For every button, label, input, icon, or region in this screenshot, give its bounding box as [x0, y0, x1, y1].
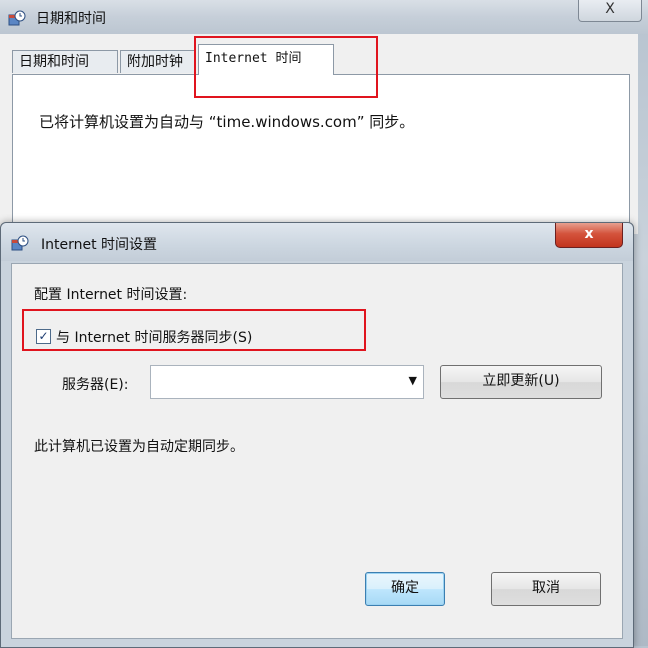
cancel-button[interactable]: 取消: [491, 572, 601, 606]
update-now-button[interactable]: 立即更新(U): [440, 365, 602, 399]
window-title: 日期和时间: [36, 11, 106, 27]
dialog-title: Internet 时间设置: [41, 237, 158, 253]
tab-internet-time[interactable]: Internet 时间: [198, 44, 334, 75]
close-button[interactable]: X: [578, 0, 642, 22]
dialog-titlebar: Internet 时间设置 x: [1, 223, 633, 261]
tab-additional-clocks[interactable]: 附加时钟: [120, 50, 196, 73]
close-icon: x: [584, 226, 594, 242]
server-combobox[interactable]: ▼: [150, 365, 424, 399]
dialog-close-button[interactable]: x: [555, 223, 623, 248]
sync-status-text: 已将计算机设置为自动与 “time.windows.com” 同步。: [39, 113, 415, 131]
internet-time-settings-dialog: Internet 时间设置 x 配置 Internet 时间设置: ✓ 与 In…: [0, 222, 634, 648]
close-icon: X: [605, 1, 615, 17]
dropdown-arrow-icon[interactable]: ▼: [409, 374, 417, 387]
sync-checkbox[interactable]: ✓: [36, 329, 51, 344]
section-heading: 配置 Internet 时间设置:: [34, 287, 188, 303]
clock-calendar-icon: [11, 235, 29, 251]
sync-info-text: 此计算机已设置为自动定期同步。: [34, 439, 244, 455]
dialog-content: 配置 Internet 时间设置: ✓ 与 Internet 时间服务器同步(S…: [11, 263, 623, 639]
window-titlebar: 日期和时间 X: [0, 0, 648, 34]
tab-panel: 已将计算机设置为自动与 “time.windows.com” 同步。: [12, 74, 630, 246]
window-body: 日期和时间 附加时钟 Internet 时间 已将计算机设置为自动与 “time…: [0, 34, 638, 246]
checkmark-icon: ✓: [38, 329, 49, 343]
ok-button[interactable]: 确定: [365, 572, 445, 606]
clock-calendar-icon: [8, 10, 26, 26]
tab-date-time[interactable]: 日期和时间: [12, 50, 118, 73]
server-label: 服务器(E):: [62, 377, 129, 393]
sync-checkbox-label[interactable]: 与 Internet 时间服务器同步(S): [56, 327, 252, 347]
